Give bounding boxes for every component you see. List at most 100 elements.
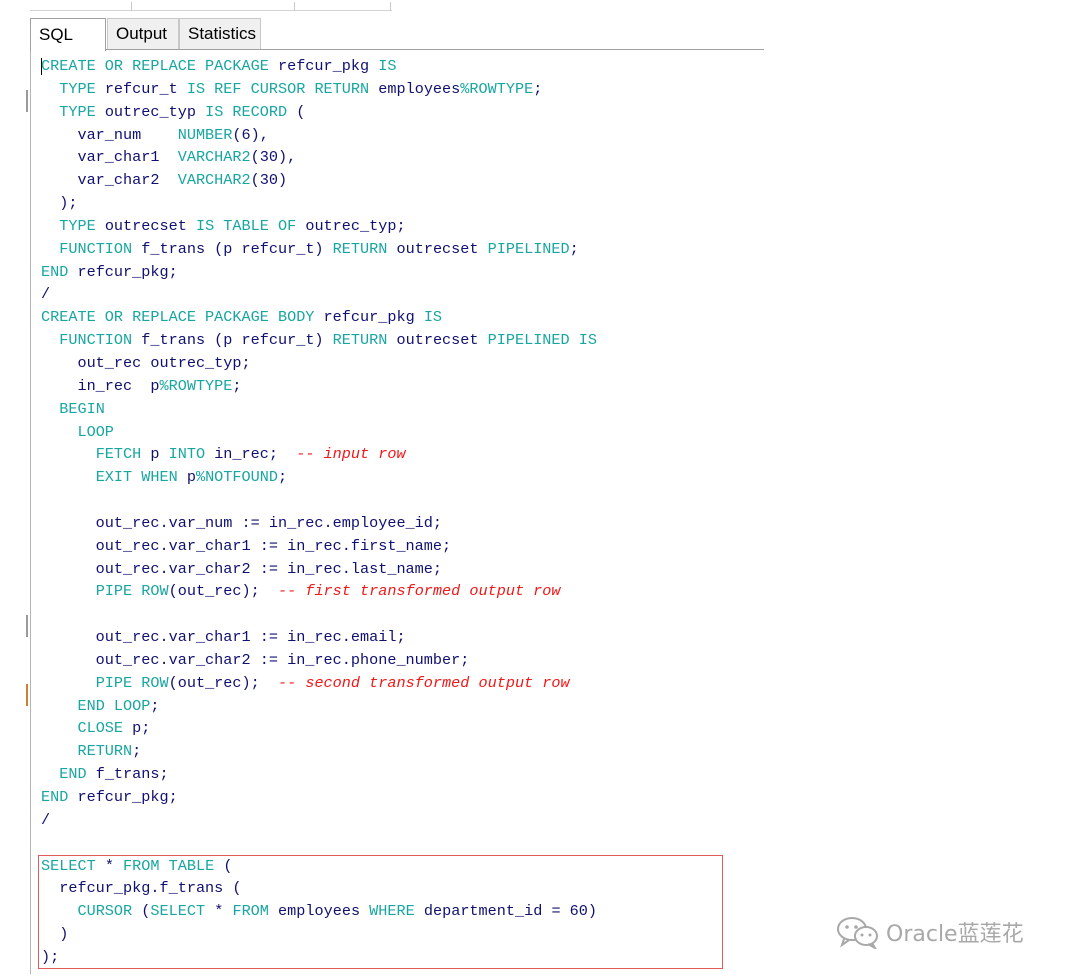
sql-comment: -- input row [296,445,406,464]
sql-text: out_rec.var_num := in_rec.employee_id; [41,513,443,532]
code-line: out_rec.var_num := in_rec.employee_id; [41,512,597,535]
sql-text: refcur_pkg [323,308,424,327]
code-line: BEGIN [41,398,597,421]
sql-text: employees [378,79,461,98]
code-line: TYPE refcur_t IS REF CURSOR RETURN emplo… [41,78,597,101]
sql-text: f_trans (p refcur_t) [141,331,333,350]
sql-keyword: VARCHAR2 [177,148,251,167]
sql-keyword: IS RECORD [205,102,297,121]
sql-keyword: RETURN [77,742,133,761]
sql-text: (out_rec); [168,673,278,692]
sql-text: var_char1 [41,148,178,167]
sql-keyword: IS TABLE OF [195,216,306,235]
sql-keyword: CLOSE [77,719,133,738]
top-divider [30,10,392,11]
watermark-text: Oracle蓝莲花 [886,922,1024,947]
sql-text: (6), [232,125,269,144]
sql-comment: -- first transformed output row [277,582,561,601]
code-line: CLOSE p; [41,717,597,740]
sql-text: refcur_t [104,79,187,98]
code-line: EXIT WHEN p%NOTFOUND; [41,466,597,489]
sql-text: out_rec outrec_typ; [41,353,251,372]
code-line: var_num NUMBER(6), [41,124,597,147]
sql-text: outrecset [396,239,488,258]
sql-text: (out_rec); [168,582,278,601]
code-line: LOOP [41,421,597,444]
sql-text: ; [150,696,160,715]
sql-text: (30) [250,171,288,190]
sql-keyword: END LOOP [77,696,151,715]
sql-keyword: FUNCTION [59,331,142,350]
sql-text: p [186,468,196,487]
gutter-marker [26,615,28,637]
sql-text: out_rec.var_char2 := in_rec.phone_number… [41,650,470,669]
sql-text: outrecset [104,216,196,235]
watermark: Oracle蓝莲花 [836,912,1024,952]
highlight-box-select-query [38,855,723,969]
sql-text: outrec_typ [104,102,206,121]
gutter-marker [26,90,28,112]
sql-text: refcur_pkg [277,57,379,75]
code-line: PIPE ROW(out_rec); -- second transformed… [41,672,597,695]
tab-statistics[interactable]: Statistics [179,18,261,49]
code-line: out_rec.var_char1 := in_rec.email; [41,626,597,649]
sql-text: out_rec.var_char2 := in_rec.last_name; [41,559,443,578]
code-line: out_rec.var_char1 := in_rec.first_name; [41,535,597,558]
sql-text: ; [232,376,242,395]
sql-text: refcur_pkg; [77,788,178,806]
code-line: out_rec outrec_typ; [41,352,597,375]
tab-sql[interactable]: SQL [30,18,106,51]
sql-keyword: TYPE [59,216,105,235]
code-line: FUNCTION f_trans (p refcur_t) RETURN out… [41,329,597,352]
sql-keyword: PIPE ROW [95,673,169,692]
code-line: / [41,809,597,832]
sql-text: ; [569,239,579,258]
code-line: END f_trans; [41,763,597,786]
tab-sql-label: SQL [39,25,74,44]
sql-keyword: END [59,765,96,784]
sql-text: ; [533,79,543,98]
top-divider-mark [390,2,391,11]
code-line: in_rec p%ROWTYPE; [41,375,597,398]
sql-keyword: TYPE [59,79,105,98]
sql-keyword: PIPELINED IS [487,331,597,350]
tab-output[interactable]: Output [107,18,179,49]
sql-text: ); [41,194,78,213]
top-divider-mark [294,2,295,11]
code-line: END refcur_pkg; [41,786,597,809]
code-line: out_rec.var_char2 := in_rec.phone_number… [41,649,597,672]
sql-keyword: RETURN [332,239,397,258]
sql-keyword: IS [423,308,443,327]
sql-keyword: %NOTFOUND [195,468,278,487]
sql-keyword: CREATE OR REPLACE PACKAGE BODY [41,308,324,327]
code-line: PIPE ROW(out_rec); -- first transformed … [41,580,597,603]
sql-text: var_num [41,125,178,144]
code-line: TYPE outrecset IS TABLE OF outrec_typ; [41,215,597,238]
tab-bar: SQL Output Statistics [30,18,764,51]
sql-text: f_trans; [95,765,169,784]
sql-text: ; [132,742,142,761]
sql-text: ; [277,468,288,487]
sql-keyword: NUMBER [177,125,233,144]
wechat-icon [837,917,878,949]
sql-keyword: CREATE OR REPLACE PACKAGE [41,57,278,75]
tab-statistics-label: Statistics [188,24,257,43]
sql-keyword: LOOP [77,422,114,441]
sql-text: out_rec.var_char1 := in_rec.first_name; [41,536,452,555]
code-line: END refcur_pkg; [41,261,597,284]
sql-text: outrecset [396,331,488,350]
code-line: var_char2 VARCHAR2(30) [41,169,597,192]
sql-text: ( [296,102,306,121]
sql-text: in_rec p [41,376,160,395]
sql-editor[interactable]: CREATE OR REPLACE PACKAGE refcur_pkg IS … [30,50,765,974]
gutter-marker [26,684,28,706]
sql-text: refcur_pkg; [77,262,178,281]
sql-text: p; [132,719,151,738]
